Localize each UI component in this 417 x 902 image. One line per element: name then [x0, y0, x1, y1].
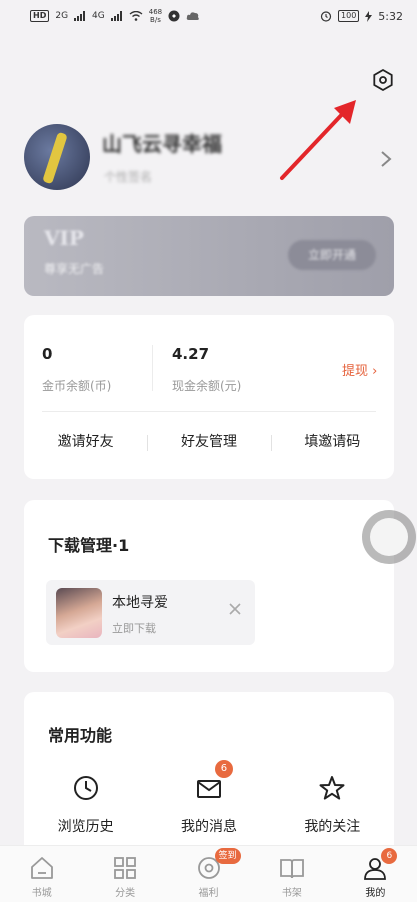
divider	[42, 411, 376, 412]
browse-history-label: 浏览历史	[57, 819, 114, 835]
divider	[152, 345, 153, 391]
my-messages-button[interactable]: 6 我的消息	[147, 760, 270, 838]
nav-category[interactable]: 分类	[83, 846, 166, 902]
checkin-badge: 签到	[214, 848, 241, 864]
common-functions-card: 常用功能 浏览历史 6 我的消息 我的关注	[24, 692, 394, 862]
hd-indicator: HD	[30, 10, 50, 22]
invite-friends-button[interactable]: 邀请好友	[24, 427, 147, 457]
browse-history-button[interactable]: 浏览历史	[24, 774, 147, 838]
wifi-icon	[129, 11, 143, 21]
signal-bars-icon	[110, 11, 122, 21]
profile-section[interactable]: 山飞云寻幸福 个性签名	[24, 122, 394, 194]
cloud-icon	[186, 12, 199, 20]
withdraw-link[interactable]: 提现 ›	[342, 360, 377, 379]
vip-open-button[interactable]: 立即开通	[288, 240, 376, 270]
nav-category-label: 分类	[115, 888, 136, 899]
signal-4g: 4G	[92, 11, 105, 21]
nav-mine-label: 我的	[365, 888, 386, 899]
nav-bookshelf-label: 书架	[281, 888, 302, 899]
vip-title: VIP	[44, 226, 84, 250]
enter-invite-code-button[interactable]: 填邀请码	[270, 427, 394, 457]
download-manager-title[interactable]: 下载管理·1	[48, 532, 129, 556]
vip-banner[interactable]: VIP 尊享无广告 立即开通	[24, 216, 394, 296]
settings-button[interactable]	[367, 64, 399, 96]
my-messages-label: 我的消息	[180, 819, 237, 835]
download-item-status[interactable]: 立即下载	[112, 620, 156, 636]
chevron-right-icon[interactable]	[380, 150, 392, 168]
settings-hexagon-icon	[373, 68, 393, 92]
wallet-card: 0 金币余额(币) 4.27 现金余额(元) 提现 › 邀请好友 好友管理 填邀…	[24, 315, 394, 479]
cash-balance-label: 现金余额(元)	[172, 379, 242, 393]
download-manager-card: 下载管理·1 本地寻爱 立即下载	[24, 500, 394, 672]
coin-balance-label: 金币余额(币)	[42, 379, 112, 393]
common-functions-title: 常用功能	[48, 726, 113, 745]
download-item-name: 本地寻爱	[112, 595, 168, 611]
battery-icon: 100	[338, 10, 360, 22]
status-bar: HD 2G 4G 468 B/s 100 5:32	[0, 0, 417, 32]
nav-welfare[interactable]: 签到 福利	[167, 846, 250, 902]
my-follows-label: 我的关注	[304, 819, 361, 835]
download-thumbnail	[56, 588, 102, 638]
grid-icon	[114, 857, 137, 879]
clock-time: 5:32	[378, 9, 403, 23]
book-icon	[280, 859, 304, 879]
floating-assistive-button[interactable]	[362, 510, 416, 564]
nav-welfare-label: 福利	[198, 888, 219, 899]
bottom-navigation: 书城 分类 签到 福利 书架 6 我的	[0, 845, 417, 902]
mail-icon	[196, 780, 221, 798]
charging-icon	[365, 10, 373, 22]
profile-subinfo: 个性签名	[104, 170, 153, 184]
home-icon	[30, 857, 53, 879]
my-follows-button[interactable]: 我的关注	[271, 774, 394, 838]
star-icon	[319, 776, 345, 800]
vip-description: 尊享无广告	[44, 262, 105, 276]
nav-bookshelf[interactable]: 书架	[250, 846, 333, 902]
wallet-actions: 邀请好友 好友管理 填邀请码	[24, 427, 394, 457]
nav-mine[interactable]: 6 我的	[334, 846, 417, 902]
avatar[interactable]	[24, 124, 90, 190]
alarm-icon	[320, 11, 332, 22]
nav-bookstore[interactable]: 书城	[0, 846, 83, 902]
message-count-badge: 6	[214, 760, 233, 778]
close-icon[interactable]	[228, 602, 242, 616]
username: 山飞云寻幸福	[102, 132, 222, 156]
manage-friends-button[interactable]: 好友管理	[147, 427, 270, 457]
nav-bookstore-label: 书城	[31, 888, 52, 899]
mine-badge: 6	[381, 848, 398, 864]
coin-balance-value[interactable]: 0	[42, 345, 52, 363]
network-speed: 468 B/s	[148, 8, 163, 24]
signal-2g: 2G	[55, 11, 69, 21]
download-item[interactable]: 本地寻爱 立即下载	[46, 580, 255, 645]
clock-icon	[73, 776, 98, 800]
shield-icon	[168, 10, 180, 22]
signal-bars-icon	[74, 11, 86, 21]
cash-balance-value[interactable]: 4.27	[172, 345, 209, 363]
